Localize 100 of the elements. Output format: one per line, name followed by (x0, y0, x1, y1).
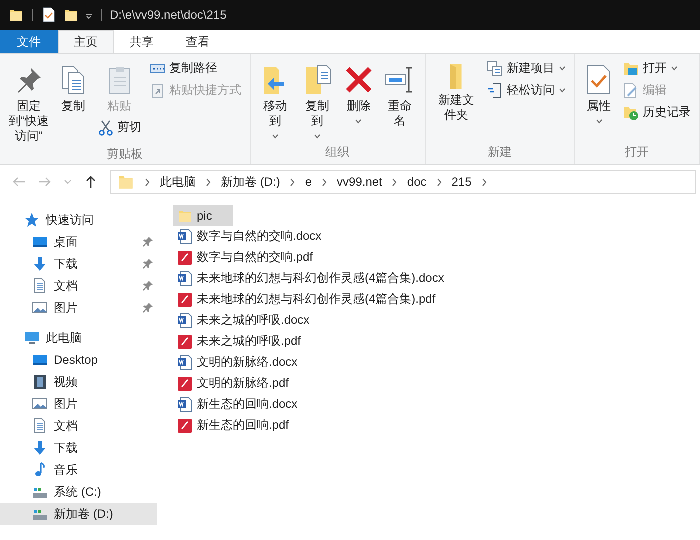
ribbon-button[interactable]: 删除 (340, 58, 378, 128)
ribbon-button[interactable]: 属性 (580, 58, 618, 128)
group-label: 新建 (488, 144, 512, 161)
word-file-icon (177, 270, 193, 286)
pin-icon (143, 281, 153, 291)
chevron-icon (391, 178, 398, 186)
down-arrow-icon (32, 440, 48, 456)
monitor-icon (32, 234, 48, 250)
ribbon-button[interactable]: 新建项目 (484, 58, 569, 79)
folder-icon (8, 7, 24, 23)
image-icon (32, 300, 48, 316)
address-bar[interactable]: 此电脑 新加卷 (D:) e vv99.net doc 215 (110, 170, 696, 194)
computer-icon (24, 330, 40, 346)
nav-item[interactable]: 文档 (0, 415, 157, 437)
ribbon-button[interactable]: 历史记录 (620, 102, 694, 123)
nav-item[interactable]: 桌面 (0, 231, 157, 253)
image-icon (32, 396, 48, 412)
chevron-icon (321, 178, 328, 186)
ribbon-tab[interactable]: 主页 (58, 30, 114, 53)
nav-item[interactable]: 视频 (0, 371, 157, 393)
pdf-file-icon (177, 292, 193, 308)
pdf-file-icon (177, 376, 193, 392)
ribbon-button[interactable]: 新建文件夹 (430, 58, 482, 125)
pin-icon (143, 259, 153, 269)
breadcrumb-item[interactable]: vv99.net (337, 175, 382, 189)
ribbon-button[interactable]: 固定到“快速访问” (5, 58, 53, 146)
nav-item[interactable]: 图片 (0, 297, 157, 319)
file-item[interactable]: 新生态的回响.docx (173, 394, 302, 415)
word-file-icon (177, 354, 193, 370)
caret-icon[interactable] (64, 178, 72, 186)
open-icon (623, 60, 639, 76)
window-title: D:\e\vv99.net\doc\215 (110, 8, 227, 22)
history-icon (623, 104, 639, 120)
pin-icon (143, 237, 153, 247)
checked-page-icon (41, 7, 57, 23)
caret-icon (596, 117, 602, 126)
group-label: 组织 (326, 144, 350, 161)
file-item[interactable]: 未来之城的呼吸.pdf (173, 331, 306, 352)
nav-item[interactable]: 快速访问 (0, 209, 157, 231)
pin-icon (143, 303, 153, 313)
word-file-icon (177, 396, 193, 412)
ribbon-button[interactable]: 剪切 (94, 117, 145, 138)
nav-item[interactable]: 系统 (C:) (0, 481, 157, 503)
file-item[interactable]: 未来之城的呼吸.docx (173, 310, 314, 331)
word-file-icon (177, 228, 193, 244)
caret-icon (355, 117, 362, 126)
caret-icon (559, 86, 566, 95)
film-icon (32, 374, 48, 390)
new-item-icon (487, 60, 503, 76)
file-item[interactable]: 未来地球的幻想与科幻创作灵感(4篇合集).pdf (173, 289, 440, 310)
file-item[interactable]: 数字与自然的交响.docx (173, 226, 326, 247)
pdf-file-icon (177, 250, 193, 266)
shortcut-icon (150, 82, 166, 98)
file-item[interactable]: 未来地球的幻想与科幻创作灵感(4篇合集).docx (173, 268, 448, 289)
chevron-icon (436, 178, 443, 186)
edit-icon (623, 82, 639, 98)
file-item[interactable]: pic (173, 205, 233, 226)
nav-item[interactable]: Desktop (0, 349, 157, 371)
ribbon-button[interactable]: 复制 (54, 58, 93, 116)
pdf-file-icon (177, 334, 193, 350)
down-arrow-icon (32, 256, 48, 272)
ribbon-button[interactable]: 打开 (620, 58, 694, 79)
nav-item[interactable]: 新加卷 (D:) (0, 503, 157, 525)
caret-icon (272, 132, 280, 141)
ribbon-button[interactable]: 复制到 (298, 58, 338, 143)
monitor-icon (32, 352, 48, 368)
up-arrow-icon[interactable] (84, 175, 98, 189)
ribbon-tab[interactable]: 共享 (114, 30, 170, 53)
ribbon-button[interactable]: 轻松访问 (484, 80, 569, 101)
chevron-icon (205, 178, 212, 186)
folder-icon (448, 64, 464, 90)
nav-item[interactable]: 下载 (0, 437, 157, 459)
file-item[interactable]: 数字与自然的交响.pdf (173, 247, 318, 268)
ribbon-button[interactable]: 移动到 (256, 58, 296, 143)
star-icon (24, 212, 40, 228)
breadcrumb-item[interactable]: e (305, 175, 312, 189)
chevron-icon (144, 178, 151, 186)
file-item[interactable]: 文明的新脉络.docx (173, 352, 302, 373)
chevron-icon (289, 178, 296, 186)
group-label: 打开 (625, 144, 649, 161)
nav-item[interactable]: 音乐 (0, 459, 157, 481)
nav-item[interactable]: 文档 (0, 275, 157, 297)
document-icon (32, 418, 48, 434)
breadcrumb-item[interactable]: doc (407, 175, 427, 189)
file-item[interactable]: 新生态的回响.pdf (173, 415, 294, 436)
caret-icon (559, 64, 566, 73)
breadcrumb-item[interactable]: 新加卷 (D:) (221, 174, 280, 190)
breadcrumb-item[interactable]: 215 (452, 175, 472, 189)
ribbon-tab[interactable]: 查看 (170, 30, 226, 53)
nav-item[interactable]: 图片 (0, 393, 157, 415)
ribbon-tab[interactable]: 文件 (0, 30, 58, 53)
nav-item[interactable]: 此电脑 (0, 327, 157, 349)
pdf-file-icon (177, 418, 193, 434)
ribbon-button[interactable]: 复制路径 (146, 58, 245, 79)
breadcrumb-item[interactable]: 此电脑 (160, 174, 196, 190)
group-label: 剪贴板 (106, 146, 143, 163)
file-item[interactable]: 文明的新脉络.pdf (173, 373, 294, 394)
ribbon-button[interactable]: 重命名 (380, 58, 420, 131)
nav-item[interactable]: 下载 (0, 253, 157, 275)
caret-icon (314, 132, 322, 141)
